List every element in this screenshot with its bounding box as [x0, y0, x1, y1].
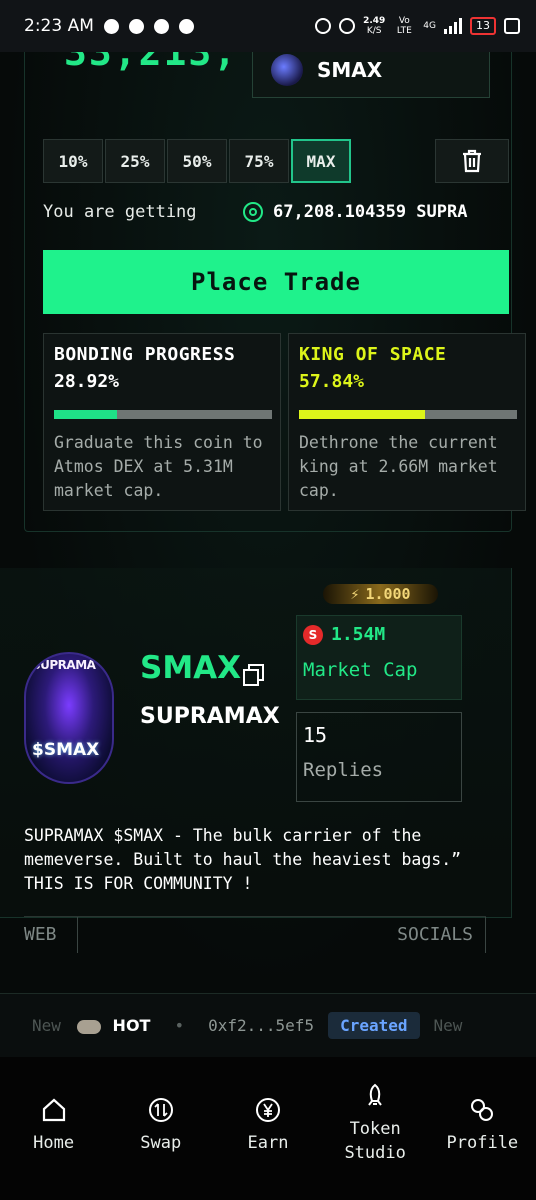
receive-summary: You are getting 67,208.104359 SUPRA: [43, 202, 467, 222]
percent-25-button[interactable]: 25%: [105, 139, 165, 183]
earn-icon: [255, 1097, 281, 1123]
boost-badge: ⚡ 1.000: [323, 584, 438, 604]
bonding-percent: 28.92%: [54, 371, 120, 392]
replies-label: Replies: [303, 759, 384, 781]
bonding-progress-card: BONDING PROGRESS 28.92% Graduate this co…: [43, 333, 281, 511]
receive-value: 67,208.104359 SUPRA: [273, 202, 468, 222]
viber-icon: [178, 18, 194, 34]
lightning-icon: ⚡: [350, 585, 360, 603]
king-description: Dethrone the current king at 2.66M marke…: [299, 433, 498, 500]
bonding-title: BONDING PROGRESS: [54, 344, 236, 365]
alarm-icon: [339, 18, 356, 34]
rocket-icon: [362, 1083, 388, 1109]
nav-earn[interactable]: Earn: [218, 1097, 318, 1155]
swap-icon: [148, 1097, 174, 1123]
copy-icon[interactable]: [243, 664, 264, 686]
token-selector-symbol: SMAX: [317, 58, 383, 82]
trade-amount-input[interactable]: 33,213,: [64, 52, 238, 74]
nav-token-studio[interactable]: Token Studio: [325, 1083, 425, 1165]
percent-10-button[interactable]: 10%: [43, 139, 103, 183]
percent-50-button[interactable]: 50%: [167, 139, 227, 183]
bonding-progress-fill: [54, 410, 118, 419]
supra-icon: [243, 202, 263, 222]
supra-logo-icon: S: [303, 624, 323, 645]
ticker-address[interactable]: 0xf2...5ef5: [208, 1016, 314, 1035]
token-image-title: SUPRAMA: [32, 658, 96, 672]
replies-count: 15: [303, 723, 328, 747]
nav-home[interactable]: Home: [4, 1097, 104, 1155]
ticker-created-badge: Created: [328, 1012, 420, 1039]
token-image-symbol: $SMAX: [32, 740, 100, 760]
bonding-progress-bar: [54, 410, 272, 419]
token-description: SUPRAMAX $SMAX - The bulk carrier of the…: [24, 826, 462, 893]
battery-indicator: 13: [470, 17, 496, 35]
profile-icon: [469, 1097, 495, 1123]
token-symbol: SMAX: [140, 650, 242, 686]
token-selector[interactable]: SMAX: [252, 52, 490, 98]
market-cap-value: 1.54M: [331, 624, 386, 645]
nav-earn-label: Earn: [247, 1133, 289, 1153]
web-link[interactable]: WEB: [24, 916, 78, 953]
token-links: WEB SOCIALS: [24, 916, 486, 953]
coin-icon: [76, 1019, 101, 1034]
signal-icon: [444, 18, 462, 34]
king-percent: 57.84%: [299, 371, 365, 392]
percent-75-button[interactable]: 75%: [229, 139, 289, 183]
market-cap-label: Market Cap: [303, 659, 418, 681]
network-speed: 2.49 K/S: [363, 16, 386, 36]
token-name: SUPRAMAX: [140, 704, 280, 729]
status-time: 2:23 AM: [24, 16, 94, 36]
bottom-nav: Home Swap Earn Token Studio Profile: [0, 1057, 536, 1200]
king-title: KING OF SPACE: [299, 344, 447, 365]
ticker-separator: •: [174, 1016, 185, 1035]
token-logo: [271, 54, 303, 86]
ticker-hot-label: HOT: [112, 1016, 151, 1035]
replies-box[interactable]: 15 Replies: [296, 712, 462, 802]
receive-label: You are getting: [43, 202, 197, 222]
ticker-hot-item[interactable]: HOT: [75, 1016, 151, 1035]
home-icon: [41, 1097, 67, 1123]
king-of-space-card: KING OF SPACE 57.84% Dethrone the curren…: [288, 333, 526, 511]
nav-home-label: Home: [33, 1133, 75, 1153]
app-screen: 33,213, SMAX 10% 25% 50% 75% MAX You are…: [0, 52, 536, 1000]
bonding-description: Graduate this coin to Atmos DEX at 5.31M…: [54, 433, 263, 500]
nav-swap[interactable]: Swap: [111, 1097, 211, 1155]
status-bar: 2:23 AM 2.49 K/S Vo LTE 4G 13: [0, 0, 536, 52]
boost-value: 1.000: [365, 585, 411, 603]
sync-icon: [153, 18, 169, 34]
messenger-icon: [103, 18, 119, 34]
king-progress-fill: [299, 410, 426, 419]
nav-profile-label: Profile: [446, 1133, 519, 1153]
market-cap-box: S 1.54M Market Cap: [296, 615, 462, 700]
flask-icon: [504, 18, 520, 34]
percent-max-button[interactable]: MAX: [291, 139, 351, 183]
nav-token-studio-label: Token Studio: [344, 1119, 406, 1163]
mute-icon: [315, 18, 332, 34]
nav-swap-label: Swap: [140, 1133, 182, 1153]
ticker-new-label-2: New: [433, 1016, 463, 1035]
trash-icon: [463, 149, 481, 173]
place-trade-button[interactable]: Place Trade: [43, 250, 509, 314]
network-type: 4G: [423, 21, 436, 31]
activity-ticker: New HOT • 0xf2...5ef5 Created New: [0, 993, 536, 1057]
king-progress-bar: [299, 410, 517, 419]
clear-button[interactable]: [435, 139, 509, 183]
socials-link[interactable]: SOCIALS: [397, 916, 486, 953]
volte-indicator: Vo LTE: [396, 16, 412, 36]
app-icon: [128, 18, 144, 34]
nav-profile[interactable]: Profile: [432, 1097, 532, 1155]
percent-buttons: 10% 25% 50% 75% MAX: [43, 139, 351, 183]
ticker-new-label: New: [32, 1016, 61, 1035]
token-image[interactable]: SUPRAMA $SMAX: [24, 652, 114, 784]
